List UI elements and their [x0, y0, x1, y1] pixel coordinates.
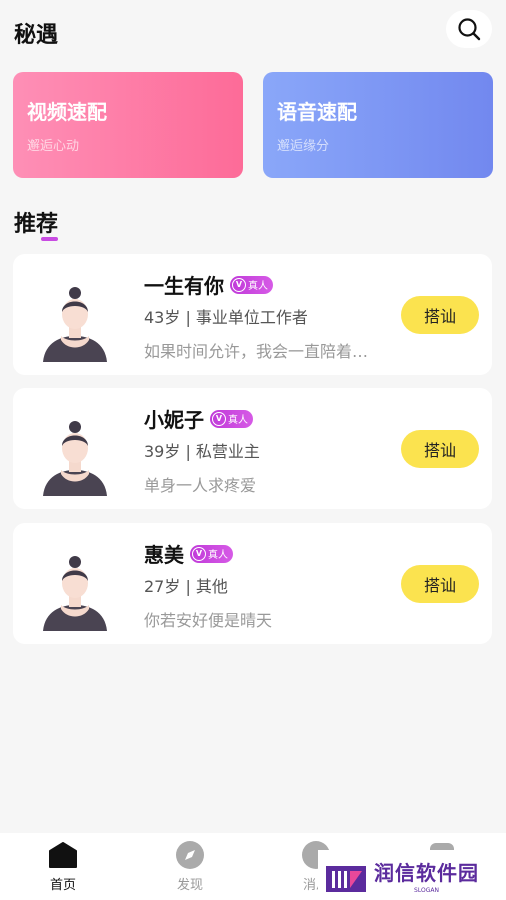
user-name: 小妮子 — [144, 408, 204, 432]
user-bio: 单身一人求疼爱 — [144, 476, 257, 495]
nav-label-home: 首页 — [49, 878, 76, 893]
watermark-main: 润信软件园 — [374, 860, 479, 885]
section-title-underline — [41, 237, 58, 241]
chat-up-button[interactable]: 搭讪 — [401, 565, 479, 603]
nav-item-discover[interactable]: 发现 — [160, 841, 220, 897]
user-card[interactable]: 一生有你 V 真人 43岁 | 事业单位工作者 如果时间允许，我会一直陪着… 搭… — [13, 254, 492, 375]
user-card[interactable]: 惠美 V 真人 27岁 | 其他 你若安好便是晴天 搭讪 — [13, 523, 492, 644]
user-name: 一生有你 — [144, 274, 224, 298]
voice-match-subtitle: 邂逅缘分 — [277, 139, 330, 154]
user-name-row: 惠美 V 真人 — [144, 539, 233, 568]
user-meta: 27岁 | 其他 — [144, 577, 228, 596]
verified-badge-label: 真人 — [228, 415, 248, 426]
avatar — [43, 287, 107, 362]
user-name: 惠美 — [144, 543, 184, 567]
search-icon — [458, 18, 481, 41]
voice-match-title: 语音速配 — [277, 100, 357, 124]
watermark-sub: SLOGAN — [414, 886, 439, 894]
user-bio: 如果时间允许，我会一直陪着… — [144, 342, 369, 361]
avatar — [43, 421, 107, 496]
avatar — [43, 556, 107, 631]
watermark: 润信软件园 SLOGAN — [318, 850, 506, 900]
voice-match-card[interactable]: 语音速配 邂逅缘分 — [263, 72, 493, 178]
verified-badge: V 真人 — [210, 409, 253, 428]
verified-badge-label: 真人 — [208, 550, 228, 561]
verified-icon: V — [212, 411, 226, 426]
user-bio: 你若安好便是晴天 — [144, 611, 273, 630]
app-title: 秘遇 — [14, 23, 59, 48]
nav-label-discover: 发现 — [176, 878, 203, 893]
verified-badge-label: 真人 — [248, 281, 268, 292]
header: 秘遇 — [0, 0, 506, 64]
watermark-logo — [326, 866, 366, 892]
user-name-row: 一生有你 V 真人 — [144, 270, 273, 299]
user-meta: 43岁 | 事业单位工作者 — [144, 308, 308, 327]
verified-badge: V 真人 — [230, 275, 273, 294]
chat-up-button[interactable]: 搭讪 — [401, 296, 479, 334]
watermark-text: 润信软件园 SLOGAN — [374, 857, 479, 894]
user-name-row: 小妮子 V 真人 — [144, 404, 253, 433]
user-meta: 39岁 | 私营业主 — [144, 442, 260, 461]
video-match-card[interactable]: 视频速配 邂逅心动 — [13, 72, 243, 178]
verified-icon: V — [232, 277, 246, 292]
recommend-section-title: 推荐 — [14, 212, 59, 237]
user-card[interactable]: 小妮子 V 真人 39岁 | 私营业主 单身一人求疼爱 搭讪 — [13, 388, 492, 509]
home-icon — [48, 841, 78, 869]
nav-item-home[interactable]: 首页 — [33, 841, 93, 897]
video-match-subtitle: 邂逅心动 — [27, 139, 80, 154]
compass-icon — [175, 841, 205, 869]
verified-icon: V — [192, 546, 206, 561]
chat-up-button[interactable]: 搭讪 — [401, 430, 479, 468]
video-match-title: 视频速配 — [27, 100, 107, 124]
verified-badge: V 真人 — [190, 544, 233, 563]
search-button[interactable] — [446, 10, 492, 48]
